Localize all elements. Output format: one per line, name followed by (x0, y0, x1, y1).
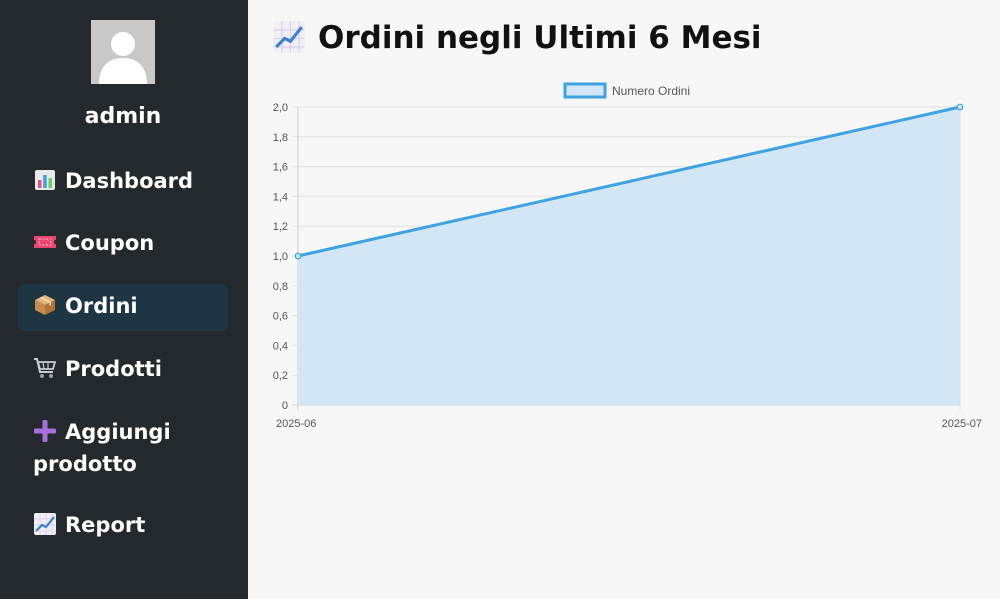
y-tick-label: 1,6 (273, 162, 288, 174)
ticket-icon (33, 230, 57, 254)
y-tick-label: 0,4 (273, 340, 288, 352)
avatar (91, 20, 155, 84)
y-tick-label: 2,0 (273, 102, 288, 114)
y-tick-label: 0 (282, 400, 288, 412)
sidebar-item-dashboard[interactable]: Dashboard (18, 165, 228, 197)
y-tick-label: 1,0 (273, 251, 288, 263)
sidebar-item-prodotti[interactable]: Prodotti (18, 353, 228, 385)
orders-chart: 0 0,2 0,4 0,6 0,8 1,0 1,2 1,4 1,6 1,8 2,0 2025-06 20… (248, 0, 1000, 444)
y-tick-label: 0,2 (273, 370, 288, 382)
chart-increasing-icon (33, 512, 57, 536)
username: admin (84, 104, 162, 129)
app-root: admin Dashboard Coupon Ordini Prodotti A… (0, 0, 1000, 599)
package-icon (33, 293, 57, 317)
x-tick-label: 2025-07 (942, 418, 982, 430)
plus-icon (33, 419, 57, 443)
sidebar-item-aggiungi-prodotto[interactable]: Aggiungi prodotto (18, 416, 218, 480)
sidebar-item-report[interactable]: Report (18, 509, 228, 541)
sidebar-item-label: Prodotti (65, 357, 162, 381)
x-tick-label: 2025-06 (276, 418, 316, 430)
sidebar-item-label: Dashboard (65, 169, 194, 193)
y-tick-label: 1,4 (273, 191, 288, 203)
sidebar: admin Dashboard Coupon Ordini Prodotti A… (0, 0, 248, 599)
y-tick-label: 0,6 (273, 311, 288, 323)
legend-label: Numero Ordini (612, 84, 690, 98)
main-content: Ordini negli Ultimi 6 Mesi 0 0,2 0,4 0,6 0,8… (248, 0, 1000, 599)
data-point (294, 252, 302, 260)
y-tick-label: 1,2 (273, 221, 288, 233)
legend-swatch (563, 82, 607, 99)
sidebar-item-coupon[interactable]: Coupon (18, 227, 228, 259)
y-tick-label: 0,8 (273, 281, 288, 293)
bar-chart-icon (33, 168, 57, 192)
user-silhouette-icon (91, 20, 155, 84)
series-area (298, 107, 960, 405)
data-point (956, 103, 964, 111)
sidebar-item-label: Ordini (65, 294, 138, 318)
sidebar-item-label: Report (65, 513, 146, 537)
sidebar-item-label: Coupon (65, 231, 155, 255)
orders-chart-svg: 0 0,2 0,4 0,6 0,8 1,0 1,2 1,4 1,6 1,8 2,0 2025-06 20… (273, 82, 982, 430)
sidebar-item-ordini[interactable]: Ordini (18, 284, 228, 331)
y-tick-label: 1,8 (273, 132, 288, 144)
shopping-cart-icon (33, 356, 57, 380)
